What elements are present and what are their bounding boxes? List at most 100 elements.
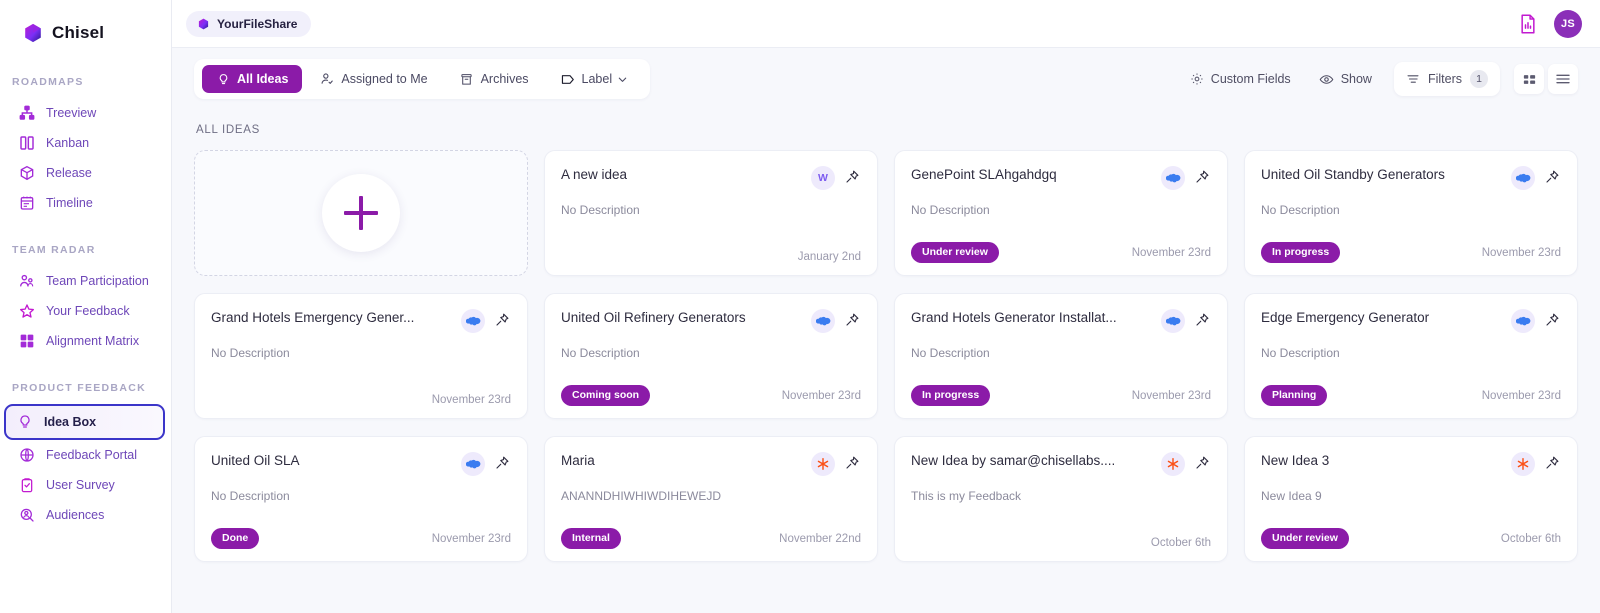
globe-icon	[18, 447, 35, 464]
list-view-button[interactable]	[1548, 64, 1578, 94]
pin-icon[interactable]	[1193, 168, 1211, 186]
show-button[interactable]: Show	[1307, 64, 1384, 95]
card-date: November 23rd	[1132, 390, 1211, 402]
idea-card[interactable]: Grand Hotels Emergency Gener... No Descr…	[194, 293, 528, 419]
jira-asterisk-icon	[1161, 452, 1185, 476]
sidebar-item-label: Feedback Portal	[46, 448, 137, 462]
custom-fields-button[interactable]: Custom Fields	[1178, 64, 1303, 94]
report-document-icon[interactable]	[1518, 13, 1538, 35]
ideas-grid: A new idea W No Description January 2nd	[194, 150, 1578, 562]
tag-icon	[561, 72, 575, 86]
pin-icon[interactable]	[1543, 454, 1561, 472]
pin-icon[interactable]	[493, 454, 511, 472]
pin-icon[interactable]	[1193, 311, 1211, 329]
sidebar-item-your-feedback[interactable]: Your Feedback	[6, 296, 165, 326]
sidebar-item-label: User Survey	[46, 478, 115, 492]
card-date: November 23rd	[1482, 247, 1561, 259]
salesforce-cloud-icon	[811, 309, 835, 333]
card-header: Grand Hotels Generator Installat...	[911, 309, 1211, 333]
card-title: Grand Hotels Emergency Gener...	[211, 309, 453, 326]
card-date: November 23rd	[1132, 247, 1211, 259]
custom-fields-label: Custom Fields	[1211, 72, 1291, 86]
salesforce-cloud-icon	[1161, 309, 1185, 333]
card-date: November 23rd	[432, 533, 511, 545]
hexagon-logo-icon	[197, 17, 210, 31]
tab-label[interactable]: Label	[547, 65, 643, 93]
avatar-initials: W	[818, 172, 828, 184]
card-description: New Idea 9	[1261, 489, 1561, 504]
add-idea-circle	[322, 174, 400, 252]
tab-assigned-to-me[interactable]: Assigned to Me	[306, 65, 441, 93]
idea-card[interactable]: United Oil SLA No Description Done	[194, 436, 528, 562]
filters-label: Filters	[1428, 72, 1462, 86]
idea-card[interactable]: Edge Emergency Generator No Description …	[1244, 293, 1578, 419]
card-title: United Oil SLA	[211, 452, 453, 469]
avatar[interactable]: JS	[1554, 10, 1582, 38]
pin-icon[interactable]	[843, 168, 861, 186]
tab-label: Assigned to Me	[341, 72, 427, 86]
card-date: October 6th	[1501, 533, 1561, 545]
gear-icon	[1190, 72, 1204, 86]
timeline-icon	[18, 195, 35, 212]
idea-card[interactable]: New Idea by samar@chisellabs....	[894, 436, 1228, 562]
status-badge: Under review	[1261, 528, 1349, 549]
sidebar-item-kanban[interactable]: Kanban	[6, 128, 165, 158]
card-title: United Oil Refinery Generators	[561, 309, 803, 326]
sidebar-item-feedback-portal[interactable]: Feedback Portal	[6, 440, 165, 470]
sidebar-item-audiences[interactable]: Audiences	[6, 500, 165, 530]
pin-icon[interactable]	[493, 311, 511, 329]
jira-asterisk-icon	[811, 452, 835, 476]
card-footer: January 2nd	[561, 251, 861, 263]
brand[interactable]: Chisel	[0, 14, 171, 48]
card-footer: Under review October 6th	[1261, 528, 1561, 549]
workspace-chip[interactable]: YourFileShare	[186, 11, 311, 37]
tab-label: All Ideas	[237, 72, 288, 86]
card-header: Maria	[561, 452, 861, 476]
sidebar-item-team-participation[interactable]: Team Participation	[6, 266, 165, 296]
sidebar-item-alignment-matrix[interactable]: Alignment Matrix	[6, 326, 165, 356]
card-header: United Oil Standby Generators	[1261, 166, 1561, 190]
sidebar-item-idea-box[interactable]: Idea Box	[4, 404, 165, 440]
sidebar-item-label: Idea Box	[44, 415, 96, 429]
card-title: Maria	[561, 452, 803, 469]
card-title: New Idea by samar@chisellabs....	[911, 452, 1153, 469]
grid-view-button[interactable]	[1514, 64, 1544, 94]
sidebar-item-user-survey[interactable]: User Survey	[6, 470, 165, 500]
card-date: November 23rd	[782, 390, 861, 402]
pin-icon[interactable]	[843, 454, 861, 472]
idea-card[interactable]: GenePoint SLAhgahdgq No Description Unde…	[894, 150, 1228, 276]
card-footer: In progress November 23rd	[911, 385, 1211, 406]
pin-icon[interactable]	[1543, 168, 1561, 186]
status-badge: Under review	[911, 242, 999, 263]
show-label: Show	[1341, 72, 1372, 86]
filters-button[interactable]: Filters 1	[1394, 62, 1500, 96]
sidebar-item-release[interactable]: Release	[6, 158, 165, 188]
sidebar-item-label: Treeview	[46, 106, 96, 120]
tab-archives[interactable]: Archives	[446, 65, 543, 93]
idea-card[interactable]: Maria ANANNDHIWHIWDIHEWEJD	[544, 436, 878, 562]
sidebar-section-roadmaps-title: ROADMAPS	[0, 76, 171, 88]
lightbulb-icon	[16, 414, 33, 431]
pin-icon[interactable]	[1543, 311, 1561, 329]
filters-count-badge: 1	[1470, 70, 1488, 88]
card-description: ANANNDHIWHIWDIHEWEJD	[561, 489, 861, 504]
idea-card[interactable]: United Oil Standby Generators No Descrip…	[1244, 150, 1578, 276]
sidebar-item-treeview[interactable]: Treeview	[6, 98, 165, 128]
pin-icon[interactable]	[843, 311, 861, 329]
idea-card[interactable]: Grand Hotels Generator Installat... No D…	[894, 293, 1228, 419]
sidebar-item-label: Kanban	[46, 136, 89, 150]
idea-card[interactable]: New Idea 3 New Idea 9	[1244, 436, 1578, 562]
idea-card[interactable]: United Oil Refinery Generators No Descri…	[544, 293, 878, 419]
card-header: United Oil SLA	[211, 452, 511, 476]
sidebar-item-label: Audiences	[46, 508, 104, 522]
sidebar: Chisel ROADMAPS Treeview K	[0, 0, 172, 613]
pin-icon[interactable]	[1193, 454, 1211, 472]
sidebar-item-timeline[interactable]: Timeline	[6, 188, 165, 218]
add-idea-card[interactable]	[194, 150, 528, 276]
idea-card[interactable]: A new idea W No Description January 2nd	[544, 150, 878, 276]
card-header: New Idea 3	[1261, 452, 1561, 476]
tab-all-ideas[interactable]: All Ideas	[202, 65, 302, 93]
app-root: Chisel ROADMAPS Treeview K	[0, 0, 1600, 613]
card-header: A new idea W	[561, 166, 861, 190]
initial-avatar: W	[811, 166, 835, 190]
